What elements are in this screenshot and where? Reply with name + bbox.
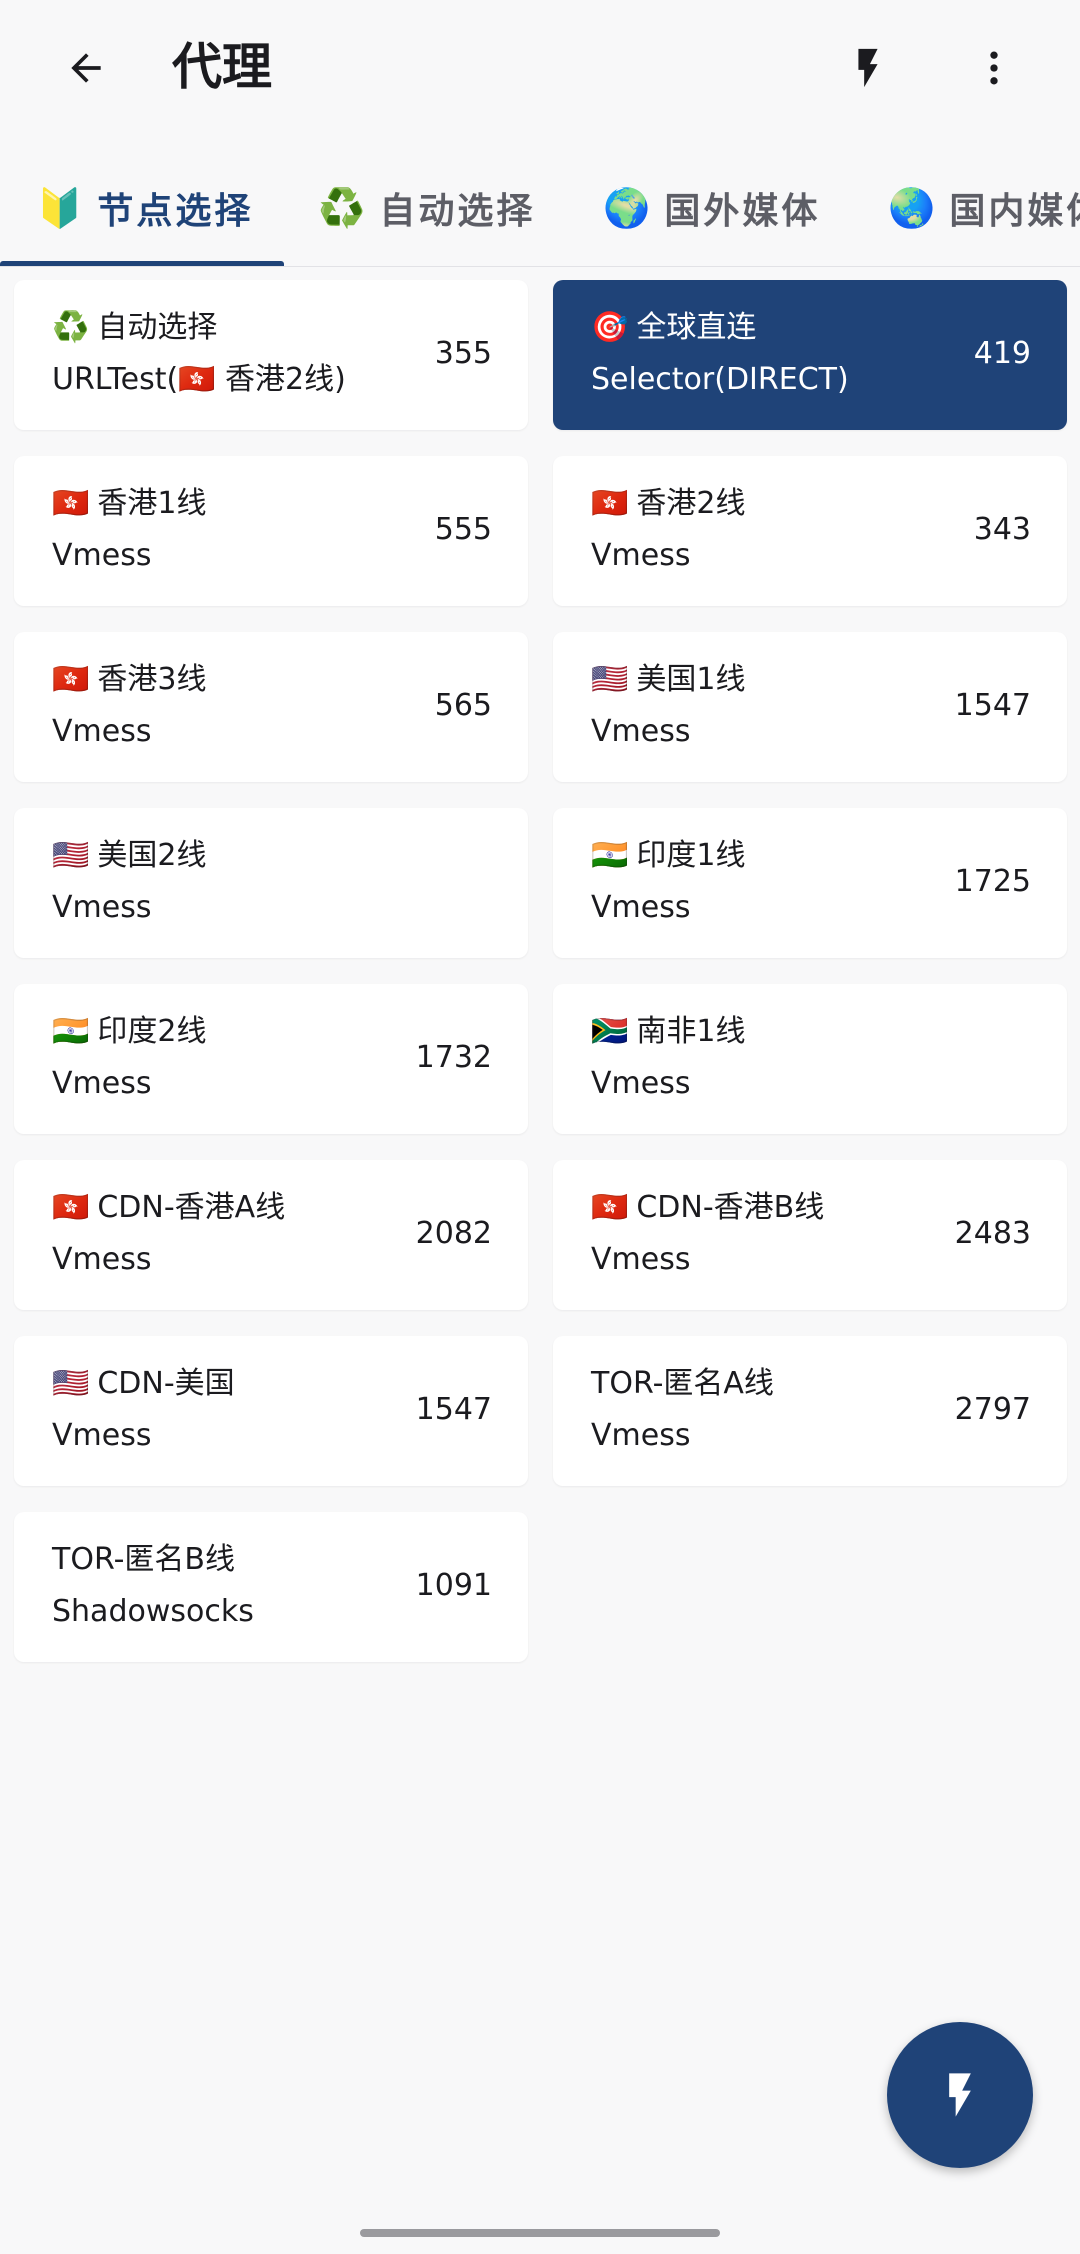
proxy-type: Vmess <box>52 1242 152 1277</box>
proxy-card[interactable]: 🇭🇰 CDN-香港B线 Vmess 2483 <box>553 1160 1067 1310</box>
proxy-type: Selector(DIRECT) <box>591 362 849 397</box>
proxy-card-selected[interactable]: 🎯 全球直连 Selector(DIRECT) 419 <box>553 280 1067 430</box>
proxy-delay: 1725 <box>954 864 1031 899</box>
hong-kong-flag-icon: 🇭🇰 <box>52 662 90 697</box>
proxy-card[interactable]: 🇺🇸 美国1线 Vmess 1547 <box>553 632 1067 782</box>
more-vertical-icon <box>990 51 998 85</box>
hong-kong-flag-icon: 🇭🇰 <box>591 1190 629 1225</box>
app-bar: 代理 <box>0 0 1080 135</box>
proxy-type: URLTest(🇭🇰 香港2线) <box>52 362 346 397</box>
recycle-icon: ♻️ <box>52 310 90 345</box>
proxy-type: Vmess <box>591 538 691 573</box>
proxy-card[interactable]: 🇮🇳 印度1线 Vmess 1725 <box>553 808 1067 958</box>
proxy-delay: 419 <box>973 336 1031 371</box>
tab-node-select[interactable]: 🔰 节点选择 <box>36 150 253 266</box>
arrow-left-icon <box>71 53 101 83</box>
proxy-name: 印度1线 <box>636 838 746 873</box>
proxy-delay: 2082 <box>415 1216 492 1251</box>
recycle-icon: ♻️ <box>318 185 366 230</box>
proxy-name: CDN-美国 <box>97 1366 235 1401</box>
proxy-delay: 1732 <box>415 1040 492 1075</box>
proxy-card[interactable]: TOR-匿名B线 Shadowsocks 1091 <box>14 1512 528 1662</box>
proxy-delay: 2797 <box>954 1392 1031 1427</box>
proxy-name: TOR-匿名A线 <box>591 1366 774 1401</box>
proxy-name: 香港1线 <box>97 486 207 521</box>
proxy-type: Vmess <box>52 890 152 925</box>
test-delay-button[interactable] <box>832 32 904 104</box>
proxy-delay: 343 <box>973 512 1031 547</box>
proxy-card[interactable]: 🇭🇰 香港3线 Vmess 565 <box>14 632 528 782</box>
proxy-name: 印度2线 <box>97 1014 207 1049</box>
proxy-type: Vmess <box>591 1418 691 1453</box>
globe-icon: 🌍 <box>603 185 651 230</box>
proxy-card[interactable]: 🇮🇳 印度2线 Vmess 1732 <box>14 984 528 1134</box>
proxy-name: 香港3线 <box>97 662 207 697</box>
group-tabs: 🔰 节点选择 ♻️ 自动选择 🌍 国外媒体 🌏 国内媒体 <box>0 150 1080 267</box>
proxy-name: TOR-匿名B线 <box>52 1542 235 1577</box>
proxy-card[interactable]: 🇭🇰 CDN-香港A线 Vmess 2082 <box>14 1160 528 1310</box>
proxy-type: Vmess <box>52 1418 152 1453</box>
india-flag-icon: 🇮🇳 <box>52 1014 90 1049</box>
hong-kong-flag-icon: 🇭🇰 <box>591 486 629 521</box>
proxy-delay: 1091 <box>415 1568 492 1603</box>
usa-flag-icon: 🇺🇸 <box>591 662 629 697</box>
hong-kong-flag-icon: 🇭🇰 <box>52 486 90 521</box>
proxy-name: 美国1线 <box>636 662 746 697</box>
beginner-emblem-icon: 🔰 <box>36 185 84 230</box>
proxy-name: 自动选择 <box>97 310 218 345</box>
proxy-name: 美国2线 <box>97 838 207 873</box>
proxy-type: Vmess <box>52 714 152 749</box>
proxy-name: 全球直连 <box>636 310 757 345</box>
tab-label: 国内媒体 <box>949 191 1080 232</box>
proxy-delay: 2483 <box>954 1216 1031 1251</box>
tab-label: 节点选择 <box>97 191 254 232</box>
proxy-type: Vmess <box>52 538 152 573</box>
tab-label: 国外媒体 <box>664 191 821 232</box>
usa-flag-icon: 🇺🇸 <box>52 1366 90 1401</box>
proxy-card[interactable]: TOR-匿名A线 Vmess 2797 <box>553 1336 1067 1486</box>
proxy-type: Vmess <box>591 1066 691 1101</box>
proxy-type: Vmess <box>52 1066 152 1101</box>
proxy-card[interactable]: 🇺🇸 CDN-美国 Vmess 1547 <box>14 1336 528 1486</box>
usa-flag-icon: 🇺🇸 <box>52 838 90 873</box>
tab-label: 自动选择 <box>379 191 536 232</box>
proxy-name: CDN-香港B线 <box>636 1190 825 1225</box>
target-icon: 🎯 <box>591 310 629 345</box>
proxy-delay: 565 <box>434 688 492 723</box>
proxy-delay: 1547 <box>954 688 1031 723</box>
india-flag-icon: 🇮🇳 <box>591 838 629 873</box>
back-button[interactable] <box>50 32 122 104</box>
proxy-type: Vmess <box>591 1242 691 1277</box>
proxy-delay: 355 <box>434 336 492 371</box>
proxy-name: 南非1线 <box>636 1014 746 1049</box>
lightning-bolt-icon <box>858 48 878 88</box>
proxy-card[interactable]: 🇺🇸 美国2线 Vmess <box>14 808 528 958</box>
proxy-card[interactable]: 🇭🇰 香港2线 Vmess 343 <box>553 456 1067 606</box>
hong-kong-flag-icon: 🇭🇰 <box>52 1190 90 1225</box>
tab-auto-select[interactable]: ♻️ 自动选择 <box>318 150 535 266</box>
proxy-type: Vmess <box>591 714 691 749</box>
delay-test-fab[interactable] <box>887 2022 1033 2168</box>
tab-foreign-media[interactable]: 🌍 国外媒体 <box>603 150 820 266</box>
proxy-card[interactable]: ♻️ 自动选择 URLTest(🇭🇰 香港2线) 355 <box>14 280 528 430</box>
lightning-bolt-icon <box>949 2073 971 2117</box>
proxy-name: CDN-香港A线 <box>97 1190 286 1225</box>
home-indicator[interactable] <box>360 2229 720 2237</box>
proxy-card[interactable]: 🇿🇦 南非1线 Vmess <box>553 984 1067 1134</box>
globe-asia-icon: 🌏 <box>888 185 936 230</box>
page-title: 代理 <box>172 38 272 96</box>
proxy-card[interactable]: 🇭🇰 香港1线 Vmess 555 <box>14 456 528 606</box>
proxy-name: 香港2线 <box>636 486 746 521</box>
proxy-type: Shadowsocks <box>52 1594 254 1629</box>
proxy-type: Vmess <box>591 890 691 925</box>
tab-indicator <box>0 261 284 266</box>
more-options-button[interactable] <box>958 32 1030 104</box>
tab-domestic-media[interactable]: 🌏 国内媒体 <box>888 150 1080 266</box>
south-africa-flag-icon: 🇿🇦 <box>591 1014 629 1049</box>
proxy-delay: 555 <box>434 512 492 547</box>
proxy-delay: 1547 <box>415 1392 492 1427</box>
